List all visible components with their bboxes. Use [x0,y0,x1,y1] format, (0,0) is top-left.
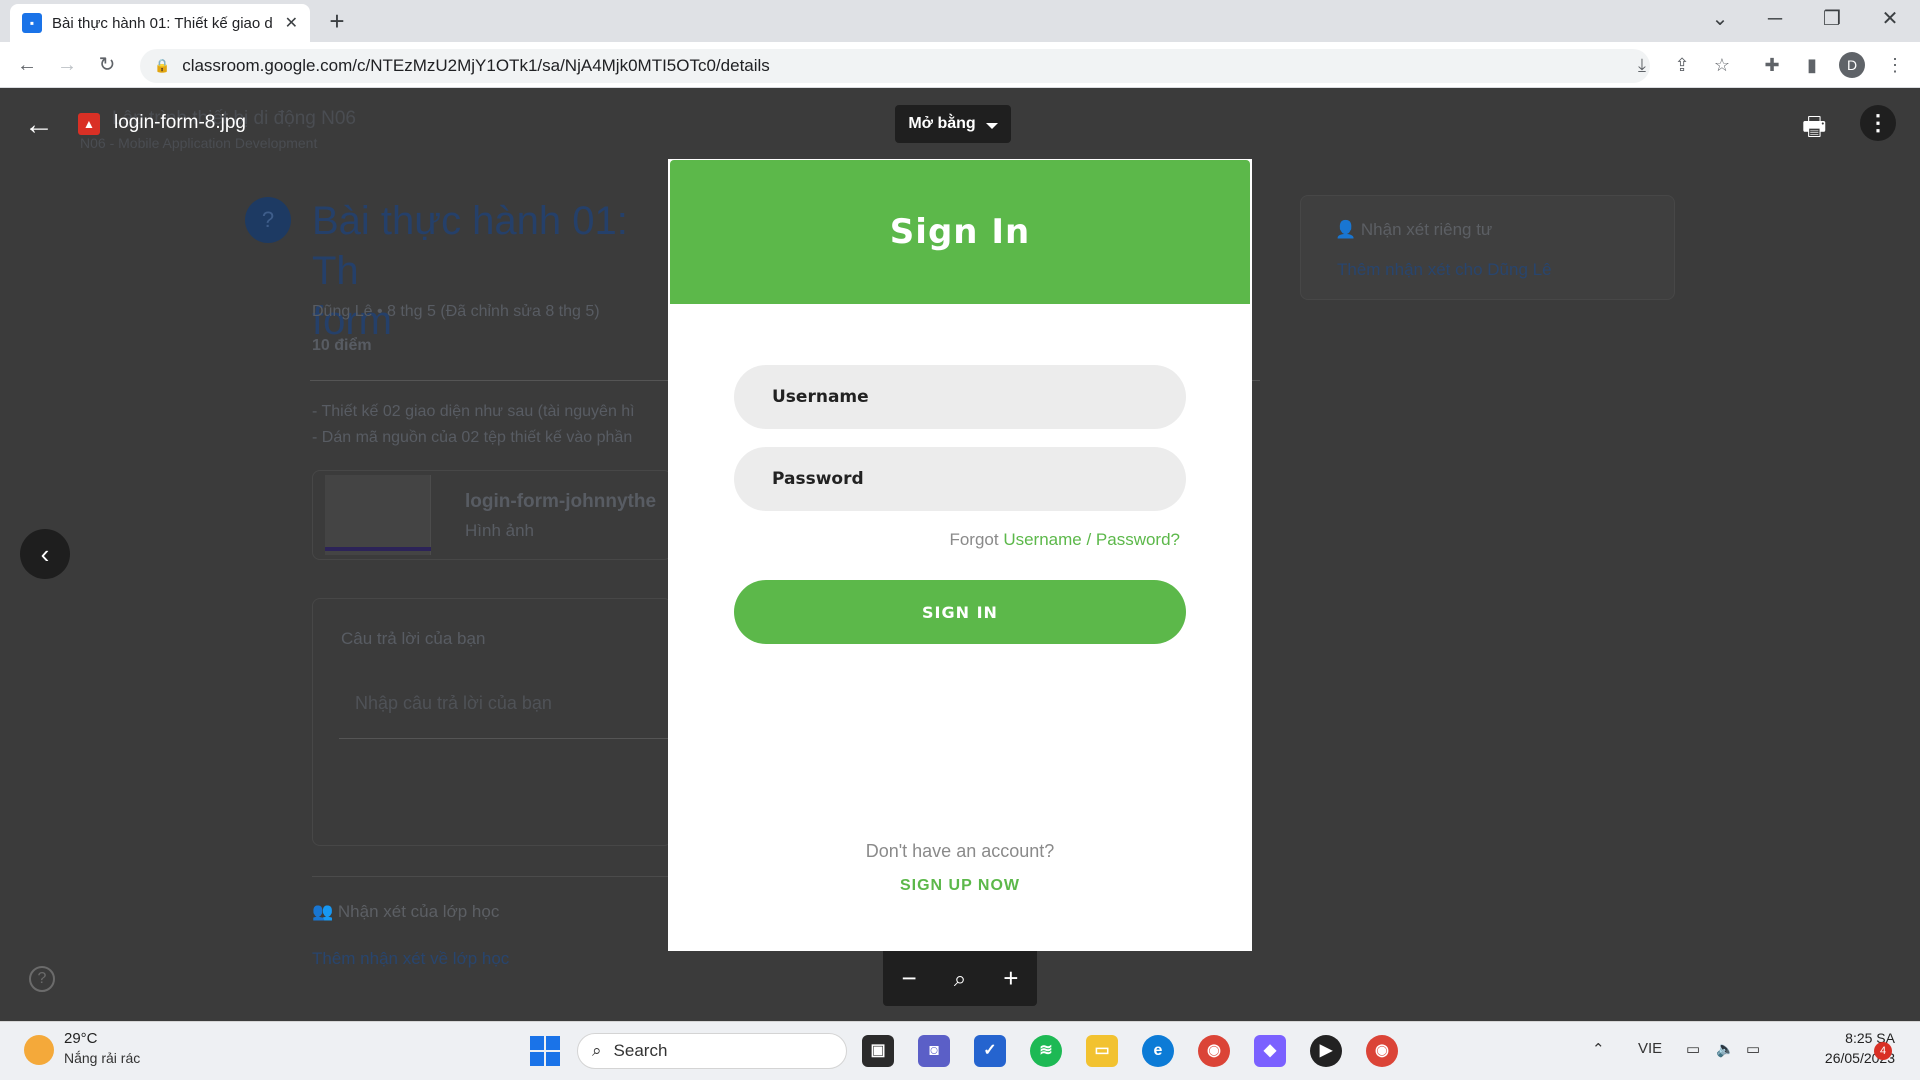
private-comments-label: 👤 Nhận xét riêng tư [1335,220,1493,239]
app-icon[interactable]: ◆ [1254,1035,1286,1067]
description-line-1: - Thiết kế 02 giao diện như sau (tài ngu… [312,403,635,420]
person-icon: 👤 [1335,220,1357,239]
password-field: Password [734,447,1186,511]
forgot-link: Username / Password? [1003,530,1180,549]
username-field: Username [734,365,1186,429]
answer-input[interactable]: Nhập câu trả lời của bạn [339,677,669,739]
lock-icon[interactable]: 🔒 [154,58,170,74]
weather-description: Nắng rải rác [64,1050,141,1066]
viewer-filename: login-form-8.jpg [114,112,246,133]
assignment-points: 10 điểm [312,337,372,354]
taskbar-search-label: Search [613,1041,668,1060]
media-player-icon[interactable]: ▶ [1310,1035,1342,1067]
chrome-profile-icon[interactable]: ◉ [1366,1035,1398,1067]
minimize-button[interactable]: ─ [1755,4,1795,34]
no-account-text: Don't have an account? [865,841,1055,861]
attachment-card[interactable]: login-form-johnnythe Hình ảnh [312,470,672,560]
install-icon[interactable]: ⤓ [1627,50,1657,80]
print-icon[interactable]: 🖶 [1802,108,1827,152]
add-class-comment-link[interactable]: Thêm nhận xét về lớp học [312,949,509,969]
thumbnail-bar [325,547,431,551]
tab-search-icon[interactable]: ⌄ [1700,4,1740,34]
taskbar [0,1021,1920,1080]
profile-avatar[interactable]: D [1839,52,1865,78]
close-tab-icon[interactable]: ✕ [285,13,298,33]
attachment-type: Hình ảnh [465,521,534,540]
network-icon[interactable]: ▭ [1686,1040,1700,1058]
class-comments-label: 👥 Nhận xét của lớp học [312,902,500,921]
tray-overflow-icon[interactable]: ⌃ [1592,1040,1605,1058]
bookmark-star-icon[interactable]: ☆ [1707,50,1737,80]
signin-title: Sign In [889,212,1031,252]
file-explorer-icon[interactable]: ▭ [1086,1035,1118,1067]
forgot-text: Forgot Username / Password? [949,530,1180,549]
assignment-title: Bài thực hành 01: Th form [312,199,628,343]
help-icon[interactable]: ? [29,966,55,992]
previous-file-button[interactable]: ‹ [20,529,70,579]
comments-divider [312,876,672,877]
browser-tab[interactable]: ▪ Bài thực hành 01: Thiết kế giao d ✕ [10,4,310,42]
signin-header: Sign In [670,160,1250,304]
battery-icon[interactable]: ▭ [1746,1040,1760,1058]
close-window-button[interactable]: ✕ [1870,4,1910,34]
back-button[interactable]: ← [12,50,42,80]
volume-icon[interactable]: 🔈 [1716,1040,1735,1058]
attachment-thumbnail [325,475,431,555]
weather-temperature: 29°C [64,1030,98,1047]
zoom-out-icon[interactable]: − [902,963,917,994]
dropdown-caret-icon [985,122,998,129]
classroom-favicon-icon: ▪ [22,13,42,33]
side-panel-icon[interactable]: ▮ [1797,50,1827,80]
class-subtitle: N06 - Mobile Application Development [80,135,318,151]
task-view-icon[interactable]: ▣ [862,1035,894,1067]
maximize-button[interactable]: ❐ [1812,4,1852,34]
attachment-name: login-form-johnnythe [465,491,657,512]
address-bar[interactable]: 🔒 classroom.google.com/c/NTEzMzU2MjY1OTk… [140,49,1650,83]
add-private-comment-link[interactable]: Thêm nhận xét cho Dũng Lê [1337,260,1552,280]
start-button-icon[interactable] [530,1036,560,1066]
new-tab-button[interactable]: + [322,6,352,37]
assignment-icon: ? [245,197,291,243]
description-line-2: - Dán mã nguồn của 02 tệp thiết kế vào p… [312,429,633,446]
your-answer-card: Câu trả lời của bạn Nhập câu trả lời của… [312,598,672,846]
todo-icon[interactable]: ✓ [974,1035,1006,1067]
edge-icon[interactable]: e [1142,1035,1174,1067]
signup-link-preview: SIGN UP NOW [899,877,1021,894]
chrome-icon[interactable]: ◉ [1198,1035,1230,1067]
assignment-meta: Dũng Lê • 8 thg 5 (Đã chỉnh sửa 8 thg 5) [312,303,600,320]
more-options-icon[interactable]: ⋮ [1860,105,1896,141]
spotify-icon[interactable]: ≋ [1030,1035,1062,1067]
forward-button[interactable]: → [52,50,82,80]
url-text: classroom.google.com/c/NTEzMzU2MjY1OTk1/… [182,56,770,75]
teams-chat-icon[interactable]: ◙ [918,1035,950,1067]
zoom-controls: − ⌕ + [883,951,1037,1006]
open-with-button[interactable]: Mở bằng [895,105,1011,143]
private-comments-card: 👤 Nhận xét riêng tư Thêm nhận xét cho Dũ… [1300,195,1675,300]
reload-button[interactable]: ↻ [92,50,122,80]
search-icon: ⌕ [592,1041,602,1060]
notification-badge[interactable]: 4 [1874,1042,1892,1060]
language-indicator[interactable]: VIE [1638,1040,1662,1057]
tab-title: Bài thực hành 01: Thiết kế giao d [52,14,273,32]
zoom-in-icon[interactable]: + [1003,963,1018,994]
taskbar-search[interactable]: ⌕ Search [577,1033,847,1069]
image-file-icon: ▲ [78,113,100,135]
browser-menu-icon[interactable]: ⋮ [1880,50,1910,80]
close-viewer-back-icon[interactable]: ← [24,108,54,142]
share-icon[interactable]: ⇪ [1667,50,1697,80]
signin-button-preview: SIGN IN [734,580,1186,644]
your-answer-label: Câu trả lời của bạn [341,629,486,648]
weather-icon[interactable] [24,1035,54,1065]
extensions-icon[interactable]: ✚ [1757,50,1787,80]
open-with-label: Mở bằng [908,115,976,132]
people-icon: 👥 [312,902,334,921]
zoom-reset-icon[interactable]: ⌕ [954,966,966,992]
